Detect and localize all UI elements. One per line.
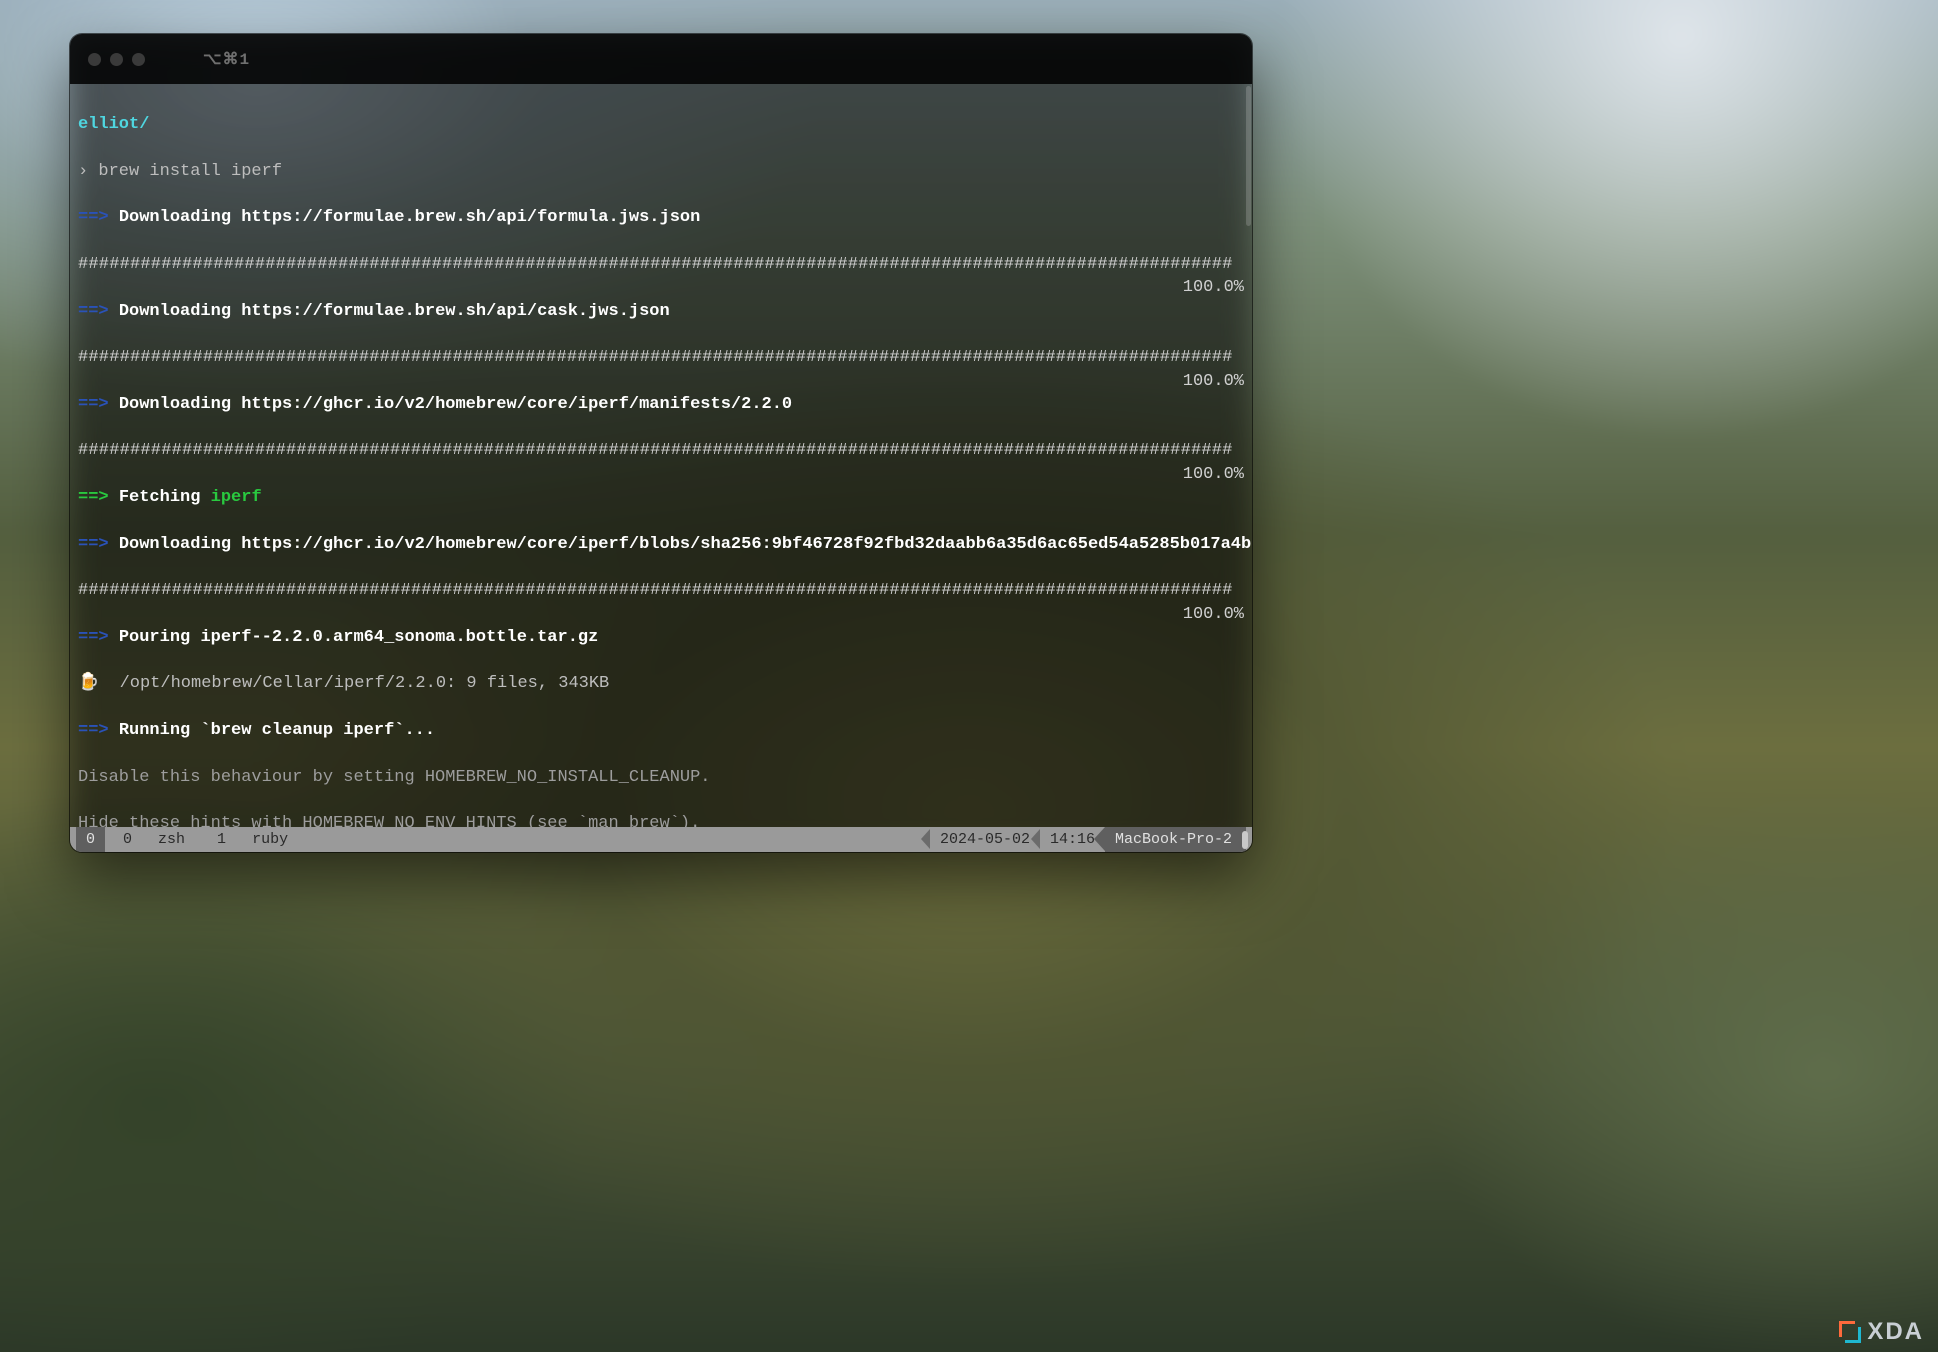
arrow-icon: ==> (78, 628, 109, 647)
action-label: Pouring (119, 628, 201, 647)
session-index[interactable]: 0 (76, 827, 105, 852)
statusbar-right: 2024-05-02 14:16 MacBook-Pro-2 (930, 827, 1246, 852)
progress-percent: 100.0% (1183, 276, 1244, 299)
action-label: Downloading (119, 395, 241, 414)
download-url: https://formulae.brew.sh/api/formula.jws… (241, 208, 700, 227)
terminal-body[interactable]: elliot/ › brew install iperf ==> Downloa… (70, 84, 1252, 827)
progress-bar: ########################################… (78, 255, 1233, 274)
terminal-window: ⌥⌘1 elliot/ › brew install iperf ==> Dow… (70, 34, 1252, 852)
package-name: iperf (211, 488, 262, 507)
progress-bar: ########################################… (78, 441, 1233, 460)
xda-watermark: XDA (1839, 1318, 1924, 1346)
prompt-path: elliot/ (78, 115, 149, 134)
download-url: https://formulae.brew.sh/api/cask.jws.js… (241, 302, 669, 321)
action-label: Fetching (119, 488, 211, 507)
status-host: MacBook-Pro-2 (1105, 827, 1246, 852)
arrow-icon: ==> (78, 488, 109, 507)
close-icon[interactable] (88, 53, 101, 66)
process-name[interactable]: ruby (236, 827, 298, 852)
scrollbar[interactable] (1246, 86, 1251, 226)
arrow-icon: ==> (78, 535, 109, 554)
statusbar-left: 0 0 zsh 1 ruby (76, 827, 298, 852)
prompt-caret: › (78, 162, 88, 181)
install-summary: /opt/homebrew/Cellar/iperf/2.2.0: 9 file… (99, 674, 609, 693)
window-traffic-lights (88, 53, 145, 66)
tmux-statusbar: 0 0 zsh 1 ruby 2024-05-02 14:16 MacBook-… (70, 827, 1252, 852)
pane-index[interactable]: 1 (195, 827, 236, 852)
progress-percent: 100.0% (1183, 603, 1244, 626)
hint-text: Hide these hints with HOMEBREW_NO_ENV_HI… (78, 814, 700, 827)
arrow-icon: ==> (78, 302, 109, 321)
minimize-icon[interactable] (110, 53, 123, 66)
status-date: 2024-05-02 (930, 827, 1040, 852)
shell-name[interactable]: zsh (142, 827, 195, 852)
arrow-icon: ==> (78, 395, 109, 414)
progress-percent: 100.0% (1183, 370, 1244, 393)
download-url: https://ghcr.io/v2/homebrew/core/iperf/m… (241, 395, 792, 414)
action-label: Downloading (119, 302, 241, 321)
entered-command: brew install iperf (98, 162, 282, 181)
action-label: Running (119, 721, 201, 740)
window-titlebar[interactable]: ⌥⌘1 (70, 34, 1252, 84)
tab-indicator: ⌥⌘1 (203, 49, 250, 69)
bottle-file: iperf--2.2.0.arm64_sonoma.bottle.tar.gz (200, 628, 598, 647)
arrow-icon: ==> (78, 208, 109, 227)
arrow-icon: ==> (78, 721, 109, 740)
xda-logo-icon (1839, 1321, 1861, 1343)
beer-icon: 🍺 (78, 674, 99, 693)
zoom-icon[interactable] (132, 53, 145, 66)
cleanup-cmd: `brew cleanup iperf`... (200, 721, 435, 740)
statusbar-scrub[interactable] (1242, 831, 1248, 849)
window-index[interactable]: 0 (105, 827, 142, 852)
xda-watermark-text: XDA (1867, 1318, 1924, 1346)
action-label: Downloading (119, 535, 241, 554)
action-label: Downloading (119, 208, 241, 227)
progress-bar: ########################################… (78, 581, 1233, 600)
progress-percent: 100.0% (1183, 463, 1244, 486)
download-url: https://ghcr.io/v2/homebrew/core/iperf/b… (241, 535, 1252, 554)
hint-text: Disable this behaviour by setting HOMEBR… (78, 768, 711, 787)
progress-bar: ########################################… (78, 348, 1233, 367)
